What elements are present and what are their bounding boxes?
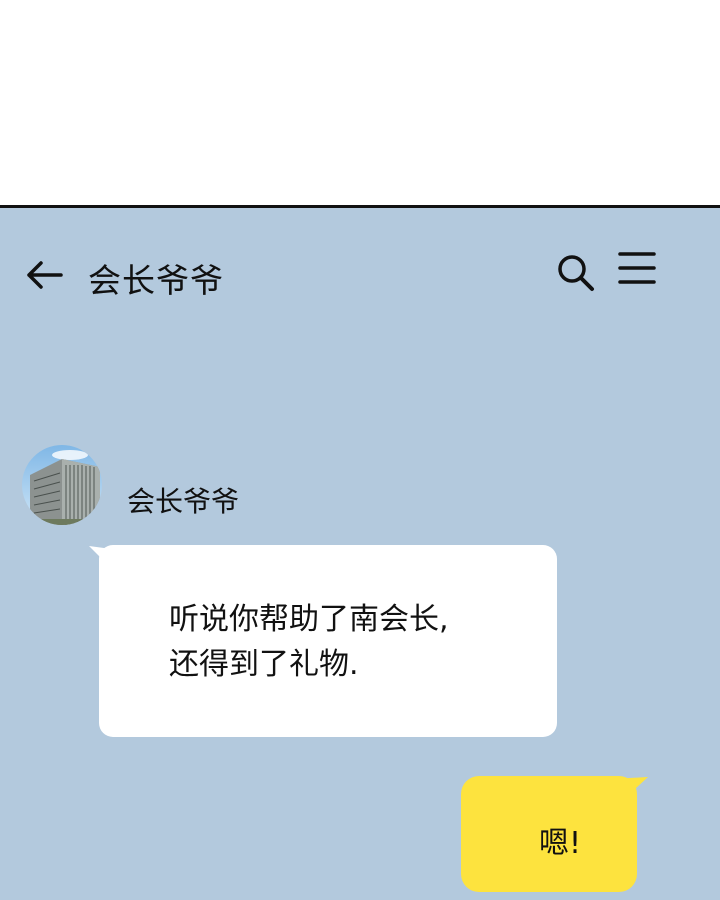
outgoing-message-bubble[interactable]: 嗯! <box>461 776 637 892</box>
building-avatar-icon <box>22 445 102 525</box>
chat-header: 会长爷爷 <box>0 208 720 348</box>
incoming-message-line: 听说你帮助了南会长, <box>169 602 449 637</box>
incoming-message-bubble[interactable]: 听说你帮助了南会长, 还得到了礼物. <box>99 545 557 737</box>
outgoing-message-text: 嗯! <box>539 826 582 861</box>
incoming-message-line: 还得到了礼物. <box>169 647 359 682</box>
incoming-message-text: 听说你帮助了南会长, 还得到了礼物. <box>169 597 449 687</box>
top-blank-area <box>0 0 720 205</box>
sender-name: 会长爷爷 <box>127 485 240 518</box>
back-arrow-icon[interactable] <box>26 260 64 290</box>
avatar[interactable] <box>22 445 102 525</box>
search-icon[interactable] <box>555 252 595 292</box>
page: 会长爷爷 会长爷爷 听说你帮助了南会长, 还得到了礼物. 嗯! <box>0 0 720 900</box>
hamburger-menu-icon[interactable] <box>618 250 656 286</box>
chat-screen: 会长爷爷 会长爷爷 听说你帮助了南会长, 还得到了礼物. 嗯! <box>0 205 720 900</box>
chat-title: 会长爷爷 <box>88 261 224 300</box>
